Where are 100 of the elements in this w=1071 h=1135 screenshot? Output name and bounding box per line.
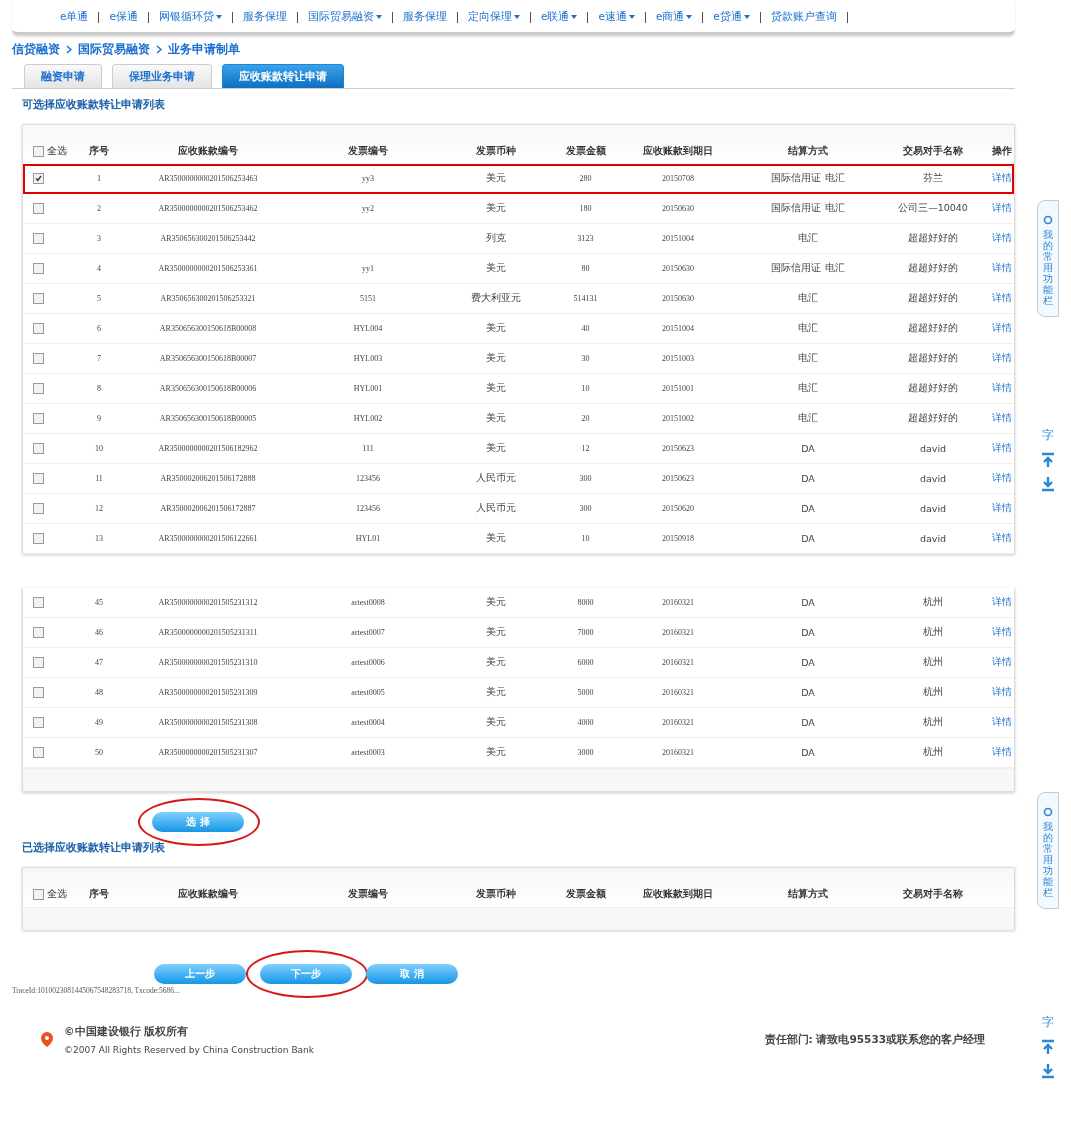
caret-icon [743, 15, 750, 19]
checkbox[interactable] [33, 383, 44, 394]
details-link[interactable]: 详情 [983, 502, 1021, 515]
table-cell-text: 49 [94, 718, 104, 727]
table-cell-text: 20151004 [661, 234, 695, 243]
details-link[interactable]: 详情 [983, 472, 1021, 485]
details-link[interactable]: 详情 [983, 232, 1021, 245]
checkbox[interactable] [33, 146, 44, 157]
favorites-side-tab[interactable]: 我的常用功能栏 [1037, 200, 1059, 317]
table-cell-text: 杭州 [922, 656, 944, 669]
checkbox[interactable] [33, 747, 44, 758]
table-cell-text: 7000 [576, 628, 595, 637]
table-cell-text: artest0004 [350, 718, 386, 727]
table-cell-text: 电汇 [797, 412, 819, 425]
details-link[interactable]: 详情 [983, 352, 1021, 365]
nav-link[interactable]: 贷款账户查询 [770, 10, 837, 24]
details-link[interactable]: 详情 [983, 596, 1021, 609]
caret-icon [628, 15, 635, 19]
table-cell-text: 47 [94, 658, 104, 667]
table-cell-text: 180 [578, 204, 593, 213]
checkbox[interactable] [33, 657, 44, 668]
details-link[interactable]: 详情 [983, 202, 1021, 215]
details-link[interactable]: 详情 [983, 322, 1021, 335]
table-cell-text: 杭州 [922, 686, 944, 699]
checkbox[interactable] [33, 263, 44, 274]
details-link[interactable]: 详情 [983, 172, 1021, 185]
details-link[interactable]: 详情 [983, 626, 1021, 639]
checkbox[interactable] [33, 353, 44, 364]
table-cell-text: 5 [96, 294, 102, 303]
details-link[interactable]: 详情 [983, 382, 1021, 395]
nav-link[interactable]: e联通 [540, 10, 578, 24]
details-link[interactable]: 详情 [983, 262, 1021, 275]
nav-link[interactable]: e保通 [109, 10, 138, 24]
table-cell-text: 8 [96, 384, 102, 393]
details-link[interactable]: 详情 [983, 746, 1021, 759]
tab[interactable]: 融资申请 [24, 64, 102, 88]
nav-link[interactable]: 定向保理 [467, 10, 520, 24]
table-cell-text: 20150630 [661, 204, 695, 213]
details-link[interactable]: 详情 [983, 686, 1021, 699]
details-link[interactable]: 详情 [983, 716, 1021, 729]
checkbox[interactable] [33, 293, 44, 304]
details-link[interactable]: 详情 [983, 442, 1021, 455]
breadcrumb-item[interactable]: 国际贸易融资 [78, 41, 150, 58]
checkbox[interactable] [33, 233, 44, 244]
table-cell-text: 芬兰 [922, 172, 944, 185]
font-size-link[interactable]: 字 [1042, 1014, 1054, 1031]
table-cell-text: 2 [96, 204, 102, 213]
checkbox[interactable] [33, 173, 44, 184]
table-cell-text: 超超好好的 [907, 262, 959, 275]
nav-link[interactable]: e单通 [60, 10, 89, 24]
checkbox[interactable] [33, 413, 44, 424]
details-link[interactable]: 详情 [983, 656, 1021, 669]
checkbox[interactable] [33, 443, 44, 454]
tab[interactable]: 应收账款转让申请 [222, 64, 344, 88]
nav-link[interactable]: e速通 [598, 10, 635, 24]
checkbox[interactable] [33, 889, 44, 900]
table-cell-text: 514131 [572, 294, 599, 303]
breadcrumb-item[interactable]: 信贷融资 [12, 41, 60, 58]
checkbox[interactable] [33, 503, 44, 514]
table-cell-text: DA [800, 657, 816, 668]
table-cell-text: 美元 [484, 202, 507, 215]
caret-icon [571, 15, 578, 19]
arrow-up-icon[interactable] [1041, 1039, 1055, 1055]
arrow-down-icon[interactable] [1041, 476, 1055, 492]
arrow-up-icon[interactable] [1041, 452, 1055, 468]
table-cell-text: 杭州 [922, 746, 944, 759]
checkbox[interactable] [33, 203, 44, 214]
table-cell-text: DA [800, 473, 816, 484]
table-cell-text: AR3500000000201505231311 [157, 628, 259, 637]
table-cell-text: 电汇 [797, 352, 819, 365]
nav-link[interactable]: 网银循环贷 [158, 10, 222, 24]
checkbox[interactable] [33, 627, 44, 638]
arrow-down-icon[interactable] [1041, 1063, 1055, 1079]
checkbox[interactable] [33, 687, 44, 698]
side-tab-label: 我的常用功能栏 [1043, 821, 1053, 898]
table-cell-text: 费大利亚元 [469, 292, 522, 305]
select-all-label: 全选 [47, 145, 67, 158]
nav-link[interactable]: 服务保理 [402, 10, 447, 24]
table-cell-text: 6000 [576, 658, 595, 667]
table-cell-text: 20151002 [661, 414, 695, 423]
favorites-side-tab[interactable]: 我的常用功能栏 [1037, 792, 1059, 909]
table-cell-text: DA [800, 717, 816, 728]
nav-link[interactable]: 服务保理 [242, 10, 287, 24]
table-cell-text: 美元 [484, 686, 507, 699]
nav-link[interactable]: e贷通 [713, 10, 750, 24]
tab[interactable]: 保理业务申请 [112, 64, 212, 88]
checkbox[interactable] [33, 597, 44, 608]
checkbox[interactable] [33, 717, 44, 728]
table-cell-text: DA [800, 597, 816, 608]
table-cell-text: 超超好好的 [907, 352, 959, 365]
checkbox[interactable] [33, 473, 44, 484]
details-link[interactable]: 详情 [983, 412, 1021, 425]
details-link[interactable]: 详情 [983, 292, 1021, 305]
details-link[interactable]: 详情 [983, 532, 1021, 545]
nav-link[interactable]: 国际贸易融资 [307, 10, 382, 24]
font-size-link[interactable]: 字 [1042, 427, 1054, 444]
nav-link[interactable]: e商通 [655, 10, 693, 24]
checkbox[interactable] [33, 323, 44, 334]
table-cell-text: AR3500000000201505231307 [157, 748, 259, 757]
checkbox[interactable] [33, 533, 44, 544]
